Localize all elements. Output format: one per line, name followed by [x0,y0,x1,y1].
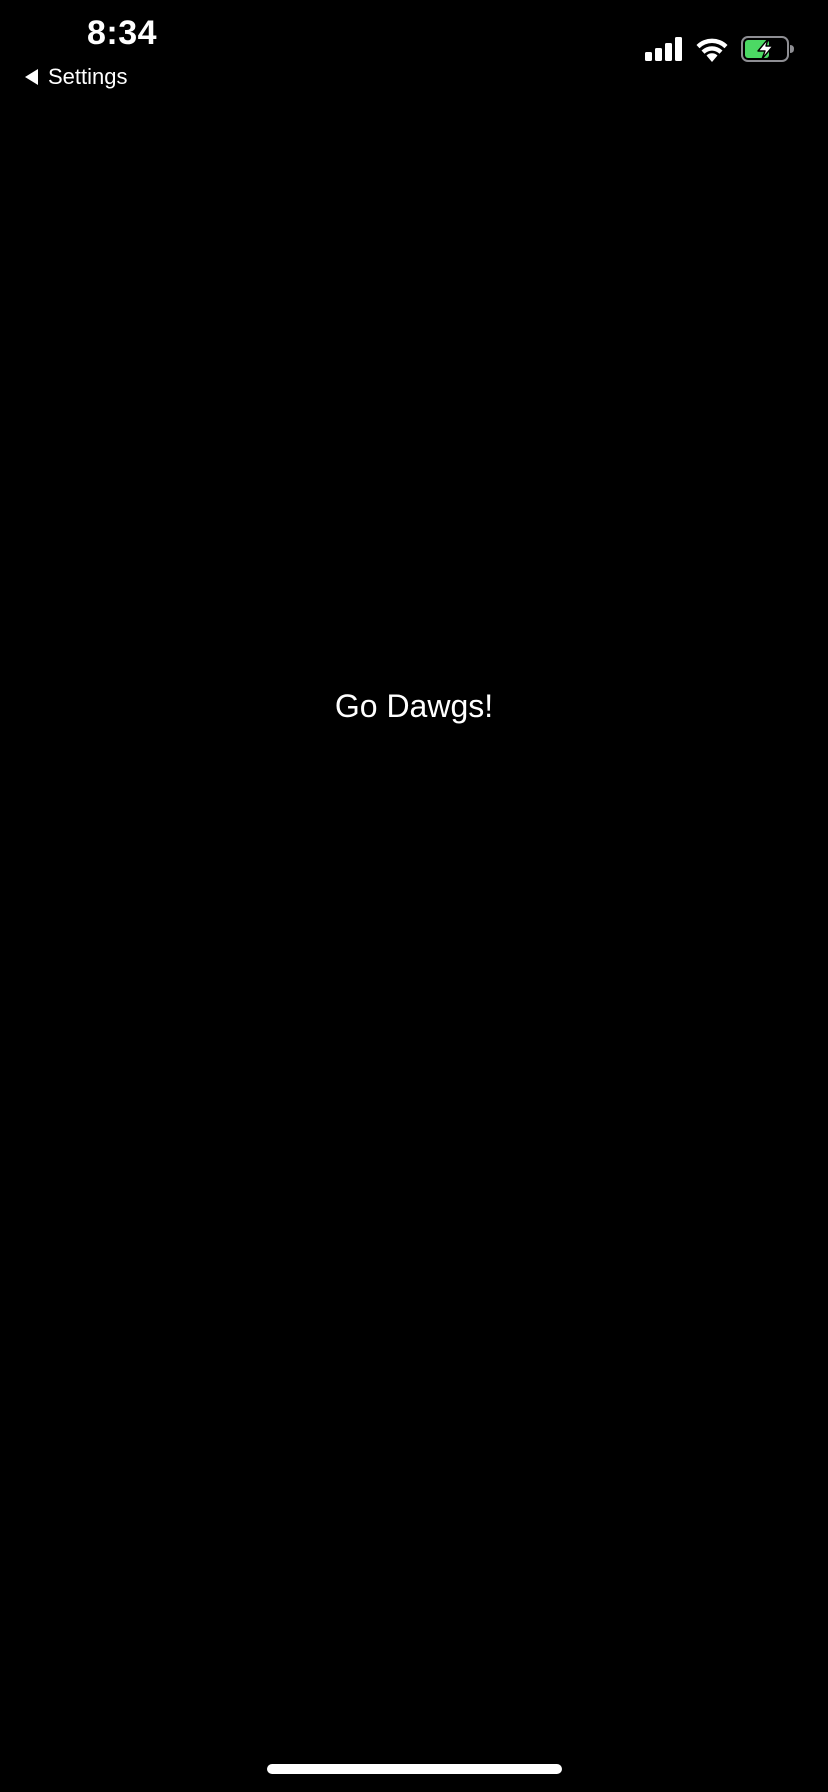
status-bar: 8:34 Settings [0,0,828,100]
status-time: 8:34 [86,14,158,52]
welcome-message: Go Dawgs! [334,688,494,724]
cellular-signal-icon [645,37,682,61]
status-icons [645,34,795,64]
back-to-settings-button[interactable]: Settings [24,62,128,92]
wifi-icon [696,38,728,62]
app-screen: 8:34 Settings Go Dawgs! [0,0,828,1792]
back-arrow-icon [25,69,38,85]
battery-charging-icon [741,36,794,62]
home-indicator[interactable] [267,1764,562,1774]
back-label: Settings [48,64,128,89]
